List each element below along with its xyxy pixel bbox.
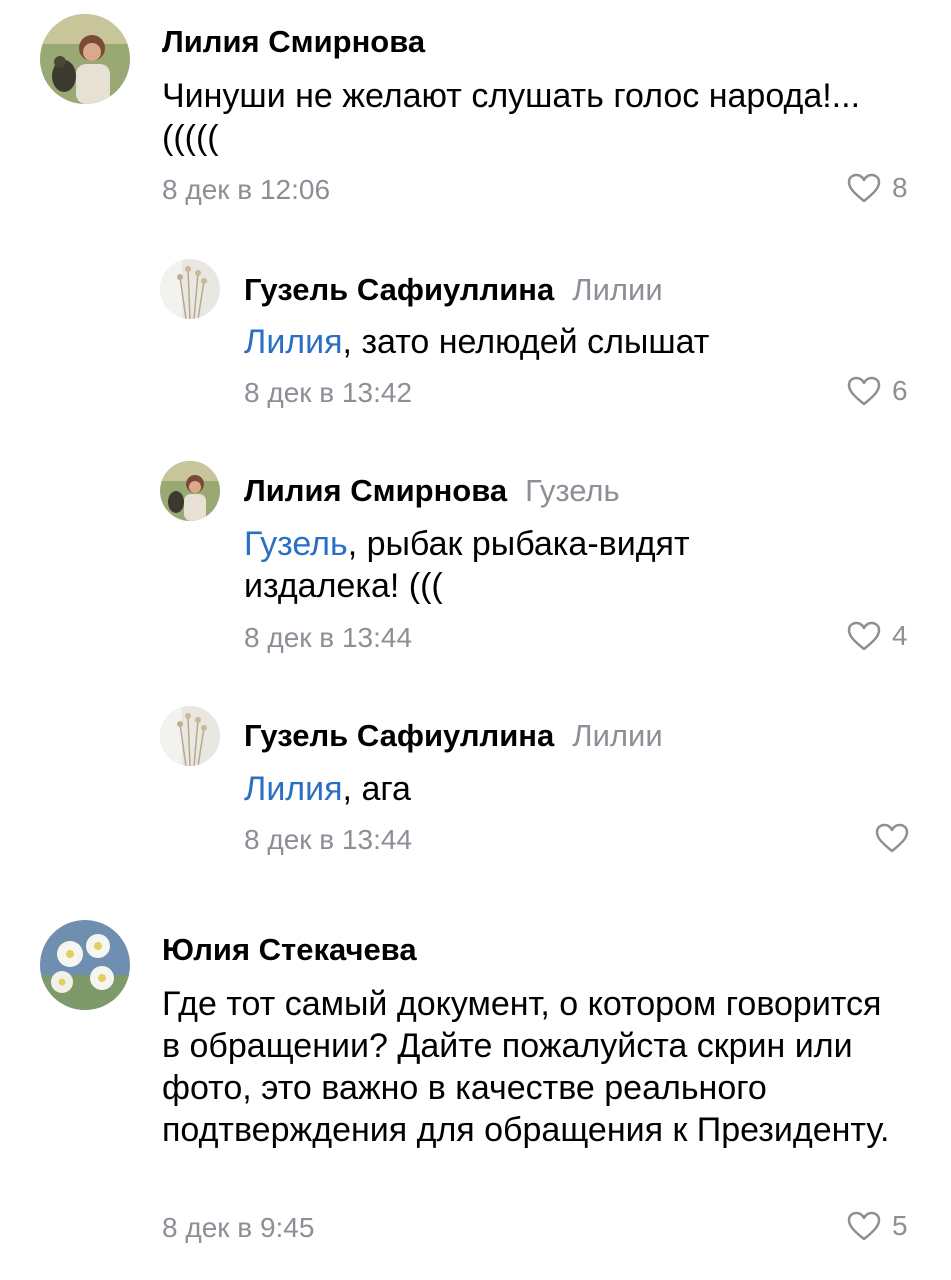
mention-link[interactable]: Лилия [244,770,343,808]
comment-text: Гузель, рыбак рыбака-видят издалека! ((( [244,523,804,607]
like-button[interactable]: 5 [846,1210,908,1242]
avatar[interactable] [160,706,220,766]
dried-flowers-photo-icon [160,706,220,766]
heart-icon [847,173,881,203]
heart-icon [875,823,909,853]
comment-body: Где тот самый документ, о котором говори… [162,985,890,1149]
reply-to-name[interactable]: Гузель [525,473,620,508]
reply-comment: Лилия Смирнова Гузель Гузель, рыбак рыбак… [0,445,951,685]
heart-icon [847,621,881,651]
comment-date[interactable]: 8 дек в 9:45 [162,1212,314,1244]
portrait-photo-icon [40,14,130,104]
comment-text: Лилия, ага [244,768,951,810]
comment-body: Чинуши не желают слушать голос народа!..… [162,77,861,157]
heart-icon [847,376,881,406]
comment-date[interactable]: 8 дек в 13:42 [244,377,412,409]
comment-body: , ага [342,770,411,808]
author-name[interactable]: Гузель Сафиуллина [244,718,554,753]
author-name[interactable]: Гузель Сафиуллина [244,272,554,307]
comment-text: Лилия, зато нелюдей слышат [244,321,951,363]
avatar[interactable] [160,461,220,521]
comment: Юлия Стекачева Где тот самый документ, о… [0,900,951,1280]
mention-link[interactable]: Лилия [244,323,343,361]
like-count: 6 [892,375,908,406]
comment-author[interactable]: Гузель Сафиуллина Лилии [244,272,663,308]
comment-date[interactable]: 8 дек в 13:44 [244,824,412,856]
comment-author[interactable]: Гузель Сафиуллина Лилии [244,718,663,754]
author-name[interactable]: Лилия Смирнова [162,24,425,59]
portrait-photo-icon [160,461,220,521]
like-button[interactable]: 8 [846,172,908,204]
like-count: 5 [892,1210,908,1241]
reply-to-name[interactable]: Лилии [572,718,662,753]
comment-date[interactable]: 8 дек в 13:44 [244,622,412,654]
avatar[interactable] [160,259,220,319]
comment-author[interactable]: Лилия Смирнова Гузель [244,473,620,509]
author-name[interactable]: Лилия Смирнова [244,473,507,508]
like-button[interactable] [874,822,920,854]
comment-author[interactable]: Лилия Смирнова [162,24,425,60]
author-name[interactable]: Юлия Стекачева [162,932,417,967]
comment-date[interactable]: 8 дек в 12:06 [162,174,330,206]
like-button[interactable]: 4 [846,620,908,652]
comment-body: , зато нелюдей слышат [342,323,710,361]
comment-text: Чинуши не желают слушать голос народа!..… [162,75,882,159]
reply-comment: Гузель Сафиуллина Лилии Лилия, ага 8 дек … [0,690,951,890]
comment-author[interactable]: Юлия Стекачева [162,932,417,968]
reply-comment: Гузель Сафиуллина Лилии Лилия, зато нелюд… [0,240,951,440]
avatar[interactable] [40,14,130,104]
like-button[interactable]: 6 [846,375,908,407]
like-count: 8 [892,172,908,203]
comment: Лилия Смирнова Чинуши не желают слушать … [0,0,951,230]
dried-flowers-photo-icon [160,259,220,319]
heart-icon [847,1211,881,1241]
reply-to-name[interactable]: Лилии [572,272,662,307]
comment-text: Где тот самый документ, о котором говори… [162,983,892,1151]
avatar[interactable] [40,920,130,1010]
like-count: 4 [892,620,908,651]
white-flowers-photo-icon [40,920,130,1010]
mention-link[interactable]: Гузель [244,525,348,563]
